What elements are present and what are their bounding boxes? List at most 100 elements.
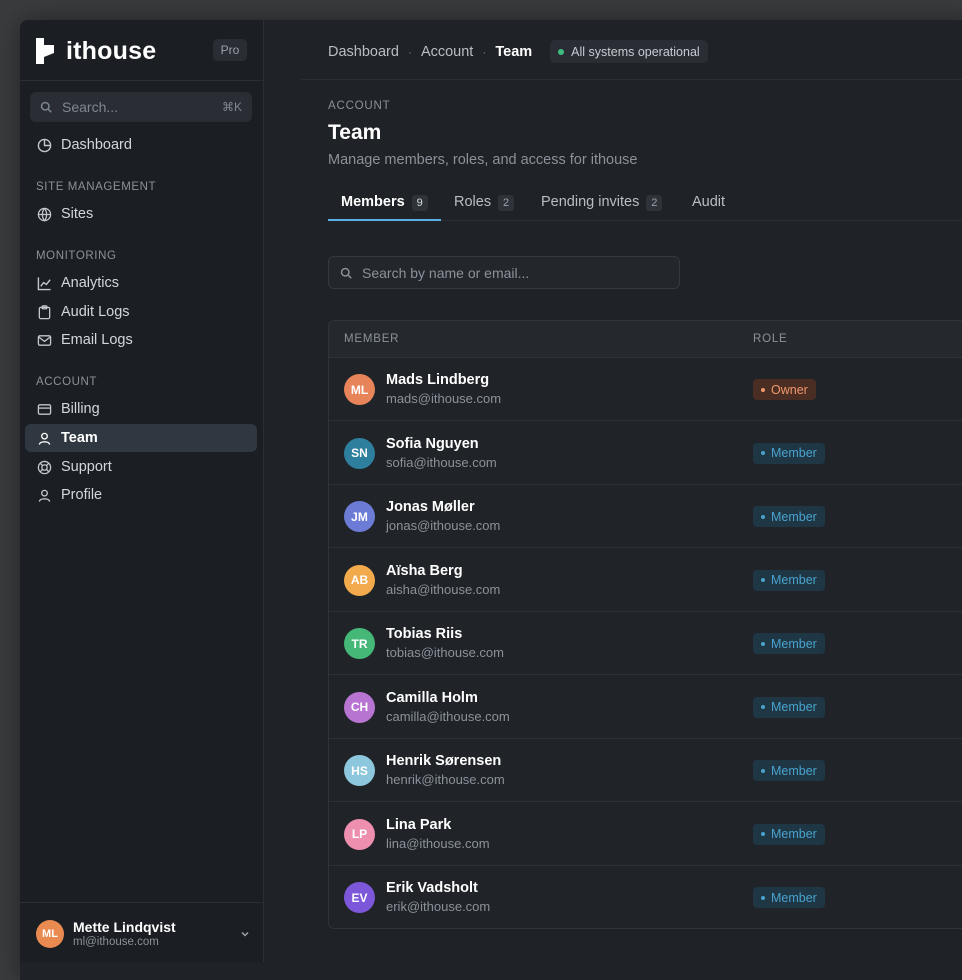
sidebar: ithouse Pro Search... ⌘K Dashboard SITE … [20,20,264,962]
role-badge[interactable]: Member [753,887,825,908]
section-label: ACCOUNT [36,376,98,388]
role-dot-icon [761,641,765,646]
sidebar-item-profile[interactable]: Profile [25,481,257,509]
sidebar-item-dashboard[interactable]: Dashboard [25,131,257,159]
tab-bar: Members 9 Roles 2 Pending invites 2 Audi… [328,192,962,221]
member-name: Camilla Holm [386,689,478,706]
tab-pending-invites[interactable]: Pending invites 2 [541,192,663,221]
credit-card-icon [36,401,52,417]
member-email: erik@ithouse.com [386,899,491,914]
table-row[interactable]: ML Mads Lindberg mads@ithouse.com Owner [329,358,962,421]
sidebar-item-audit-logs[interactable]: Audit Logs [25,298,257,326]
section-label: MONITORING [36,250,117,262]
role-badge[interactable]: Owner [753,379,816,400]
table-row[interactable]: AB Aïsha Berg aisha@ithouse.com Member [329,549,962,612]
role-badge[interactable]: Member [753,633,825,654]
divider [20,902,264,903]
sidebar-item-label: Profile [61,487,103,503]
role-dot-icon [761,451,765,455]
top-bar: Dashboard · Account · Team All systems o… [301,20,962,80]
members-table: MEMBER ROLE ML Mads Lindberg mads@ithouse.… [328,320,962,929]
count-badge: 2 [498,195,515,211]
sidebar-item-sites[interactable]: Sites [25,200,257,228]
breadcrumb-separator: · [482,44,487,59]
search-icon [340,267,352,279]
avatar: ML [36,920,64,948]
lifebuoy-icon [36,459,52,475]
tab-roles[interactable]: Roles 2 [454,192,515,221]
mail-icon [36,332,52,348]
role-label: Member [771,763,817,778]
table-row[interactable]: CH Camilla Holm camilla@ithouse.com Member [329,676,962,739]
column-header-role[interactable]: ROLE [753,333,788,345]
member-email: sofia@ithouse.com [386,454,497,470]
role-label: Member [771,636,817,651]
role-badge[interactable]: Member [753,506,825,527]
role-badge[interactable]: Member [753,823,825,845]
avatar: SN [344,437,375,469]
status-badge[interactable]: All systems operational [550,40,708,63]
breadcrumb-account[interactable]: Account [421,44,473,60]
member-name: Mads Lindberg [386,372,490,388]
role-label: Owner [771,382,808,397]
globe-icon [36,206,52,222]
count-badge: 2 [646,195,663,211]
active-tab-indicator [328,219,441,221]
user-menu[interactable]: ML Mette Lindqvist ml@ithouse.com [36,919,250,949]
member-search-input[interactable]: Search by name or email... [328,256,680,289]
table-row[interactable]: JM Jonas Møller jonas@ithouse.com Member [329,485,962,548]
sidebar-item-label: Team [61,430,98,446]
sidebar-item-support[interactable]: Support [25,453,257,481]
shortcut-hint: ⌘K [221,100,242,114]
avatar: LP [344,818,375,850]
member-email: henrik@ithouse.com [386,772,505,787]
chevron-down-icon [241,931,249,937]
member-name: Lina Park [386,816,452,833]
sidebar-item-team[interactable]: Team [25,424,257,452]
status-dot-icon [558,48,565,55]
role-dot-icon [761,832,765,836]
sidebar-item-billing[interactable]: Billing [25,395,257,423]
role-dot-icon [761,705,765,709]
member-name: Sofia Nguyen [386,435,479,452]
sidebar-search[interactable]: Search... ⌘K [30,92,252,122]
sidebar-item-label: Analytics [61,275,120,291]
sidebar-item-label: Billing [61,401,100,417]
page-title: Team [328,121,382,144]
role-badge[interactable]: Member [753,760,825,781]
table-row[interactable]: LP Lina Park lina@ithouse.com Member [329,803,962,866]
avatar: JM [344,501,375,532]
tab-label: Members [341,194,405,210]
role-badge[interactable]: Member [753,696,825,718]
column-header-member[interactable]: MEMBER [344,333,399,345]
clipboard-icon [36,304,52,320]
plan-badge: Pro [213,39,247,61]
avatar: HS [344,755,375,786]
sidebar-item-analytics[interactable]: Analytics [25,269,257,297]
role-dot-icon [761,387,765,392]
table-row[interactable]: SN Sofia Nguyen sofia@ithouse.com Member [329,422,962,485]
search-icon [40,101,52,113]
brand[interactable]: ithouse [36,36,156,66]
table-row[interactable]: EV Erik Vadsholt erik@ithouse.com Member [329,866,962,928]
pie-chart-icon [36,137,52,153]
sidebar-item-label: Audit Logs [61,304,130,320]
tab-members[interactable]: Members 9 [341,192,428,221]
section-label: SITE MANAGEMENT [36,181,157,193]
breadcrumb-dashboard[interactable]: Dashboard [328,44,399,60]
member-name: Aïsha Berg [386,562,463,579]
sidebar-item-label: Dashboard [61,137,132,153]
role-badge[interactable]: Member [753,442,825,464]
table-row[interactable]: HS Henrik Sørensen henrik@ithouse.com Membe… [329,739,962,802]
role-label: Member [771,446,817,460]
tab-label: Audit [692,194,726,210]
user-email: ml@ithouse.com [73,935,159,948]
table-row[interactable]: TR Tobias Riis tobias@ithouse.com Member [329,612,962,675]
breadcrumb-separator: · [407,44,412,59]
tab-audit[interactable]: Audit [692,192,725,221]
sidebar-item-email-logs[interactable]: Email Logs [25,326,257,354]
role-badge[interactable]: Member [753,569,825,591]
line-chart-icon [36,275,52,291]
app-window: ithouse Pro Search... ⌘K Dashboard SITE … [20,20,962,980]
breadcrumb-team: Team [495,43,533,60]
